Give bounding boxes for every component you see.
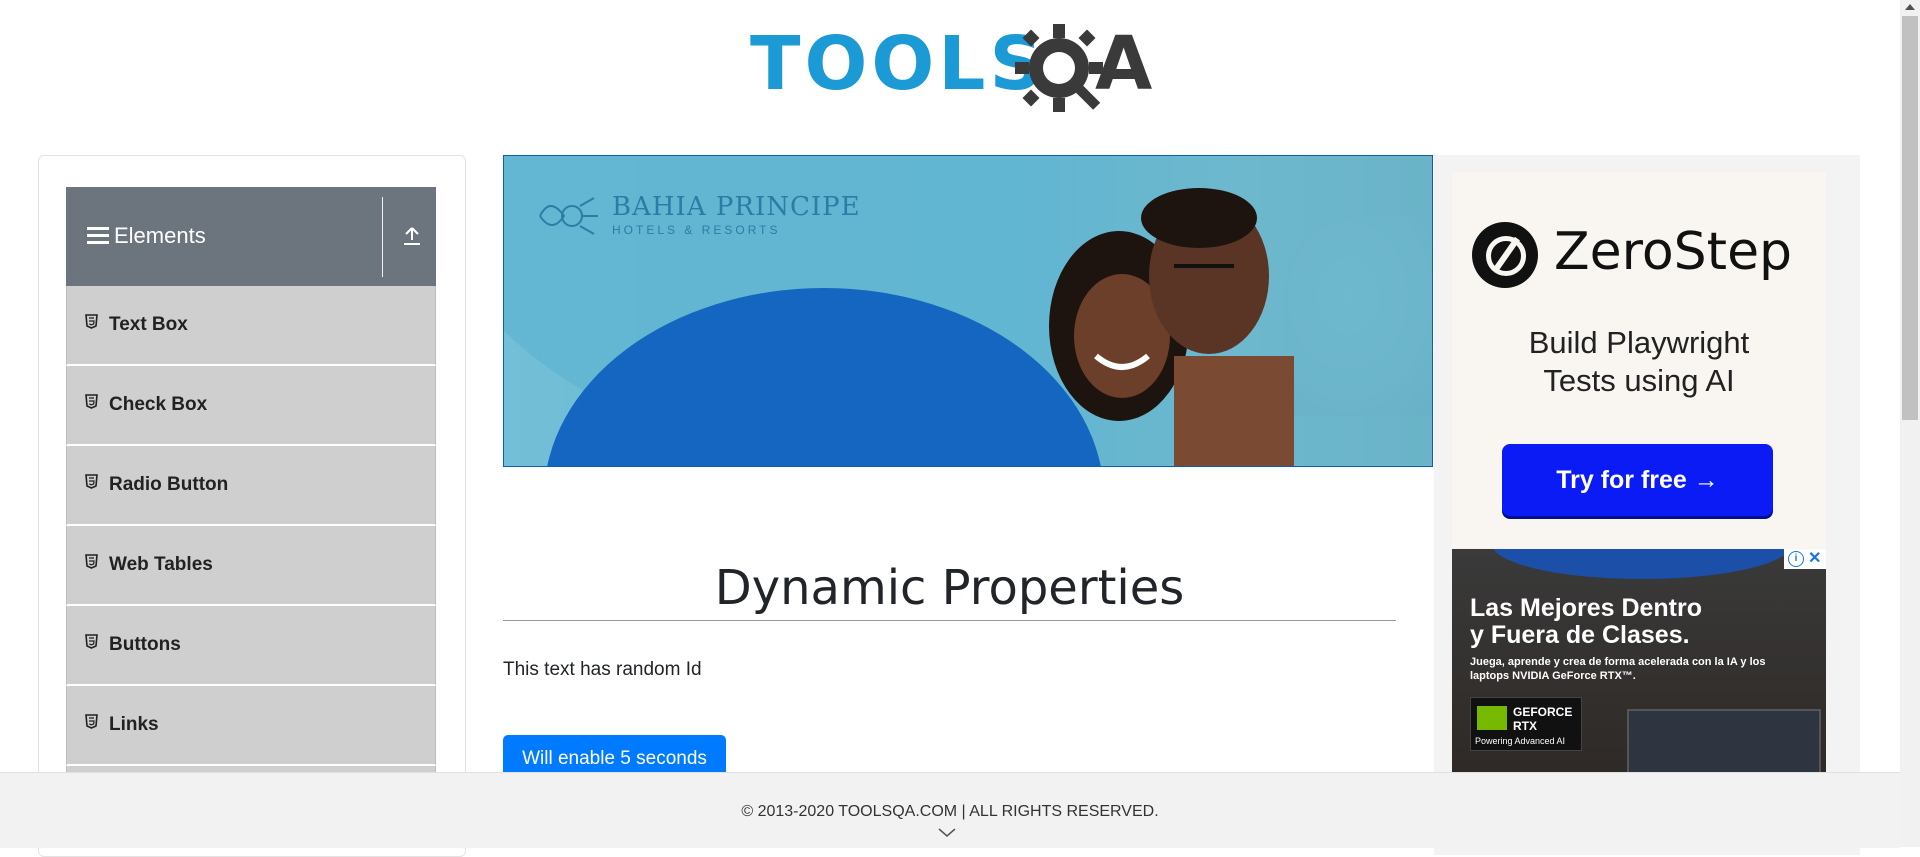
ad-choices-controls[interactable]: i ✕ <box>1784 549 1826 569</box>
zerostep-headline: Build Playwright Tests using AI <box>1452 324 1826 400</box>
html5-icon <box>85 314 98 329</box>
elements-group-header[interactable]: Elements <box>66 187 436 286</box>
scrollbar-thumb[interactable] <box>1902 16 1918 420</box>
sidebar-item-label: Radio Button <box>109 474 229 495</box>
footer: © 2013-2020 TOOLSQA.COM | ALL RIGHTS RES… <box>0 772 1900 848</box>
banner-brand: BAHIA PRINCIPE <box>612 192 861 222</box>
page-title: Dynamic Properties <box>714 560 1185 617</box>
nvidia-logo-icon <box>1477 706 1507 730</box>
random-id-text: This text has random Id <box>503 659 702 680</box>
sidebar-item-label: Links <box>109 714 159 735</box>
zerostep-ad[interactable]: ZeroStep Build Playwright Tests using AI… <box>1452 172 1826 548</box>
banner-brand-subtitle: HOTELS & RESORTS <box>612 223 781 237</box>
ad-info-icon[interactable]: i <box>1788 551 1804 567</box>
badge-tagline: Powering Advanced AI <box>1475 736 1566 746</box>
sidebar-item-label: Check Box <box>109 394 208 415</box>
sidebar-item-web-tables[interactable]: Web Tables <box>66 526 436 606</box>
footer-copyright: © 2013-2020 TOOLSQA.COM | ALL RIGHTS RES… <box>741 803 1159 820</box>
sidebar-item-buttons[interactable]: Buttons <box>66 606 436 686</box>
badge-line1: GEFORCE <box>1513 705 1573 719</box>
logo-text: TOOLS <box>750 21 1047 107</box>
ad-close-icon[interactable]: ✕ <box>1808 549 1821 569</box>
try-for-free-button[interactable]: Try for free → <box>1502 444 1773 516</box>
sidebar-item-label: Web Tables <box>109 554 213 575</box>
zerostep-logo-icon <box>1472 222 1538 288</box>
html5-icon <box>85 554 98 569</box>
logo-accent-letter: A <box>1095 21 1153 107</box>
geforce-rtx-badge: GEFORCE RTX Powering Advanced AI <box>1470 697 1582 751</box>
sidebar-item-label: Buttons <box>109 634 181 655</box>
sidebar-item-check-box[interactable]: Check Box <box>66 366 436 446</box>
elements-menu: Text Box Check Box Radio Button Web Tabl… <box>66 286 436 846</box>
header-divider <box>382 197 383 277</box>
zerostep-headline-line2: Tests using AI <box>1543 363 1735 398</box>
zerostep-headline-line1: Build Playwright <box>1528 325 1750 360</box>
toolsqa-logo[interactable]: TOOLS A <box>750 18 1155 114</box>
collapse-up-icon[interactable] <box>401 225 423 247</box>
nvidia-headline-line2: y Fuera de Clases. <box>1470 621 1690 649</box>
sidebar: Elements Text Box Check Box Radio Button… <box>38 155 466 857</box>
nvidia-subtext: Juega, aprende y crea de forma acelerada… <box>1470 656 1766 682</box>
title-divider <box>503 620 1396 621</box>
nvidia-headline: Las Mejores Dentro y Fuera de Clases. <box>1470 595 1810 649</box>
html5-icon <box>85 474 98 489</box>
hamburger-icon <box>87 227 109 245</box>
couple-photo <box>1049 188 1294 466</box>
html5-icon <box>85 714 98 729</box>
html5-icon <box>85 394 98 409</box>
badge-text: GEFORCE RTX <box>1513 705 1572 733</box>
sidebar-item-links[interactable]: Links <box>66 686 436 766</box>
bahia-principe-banner-ad[interactable]: BAHIA PRINCIPE HOTELS & RESORTS <box>503 155 1433 467</box>
zerostep-name: ZeroStep <box>1554 222 1793 282</box>
group-title: Elements <box>114 223 206 248</box>
sidebar-item-radio-button[interactable]: Radio Button <box>66 446 436 526</box>
nvidia-headline-line1: Las Mejores Dentro <box>1470 594 1703 622</box>
chevron-down-icon[interactable] <box>938 828 956 838</box>
page-scrollbar[interactable] <box>1900 0 1920 847</box>
bahia-principe-logo-icon <box>539 197 598 235</box>
sidebar-item-label: Text Box <box>109 314 188 335</box>
sidebar-item-text-box[interactable]: Text Box <box>66 286 436 366</box>
badge-line2: RTX <box>1513 719 1537 733</box>
html5-icon <box>85 634 98 649</box>
scroll-up-arrow-icon[interactable] <box>1905 4 1915 10</box>
nvidia-ad-top-shape <box>1492 549 1792 579</box>
